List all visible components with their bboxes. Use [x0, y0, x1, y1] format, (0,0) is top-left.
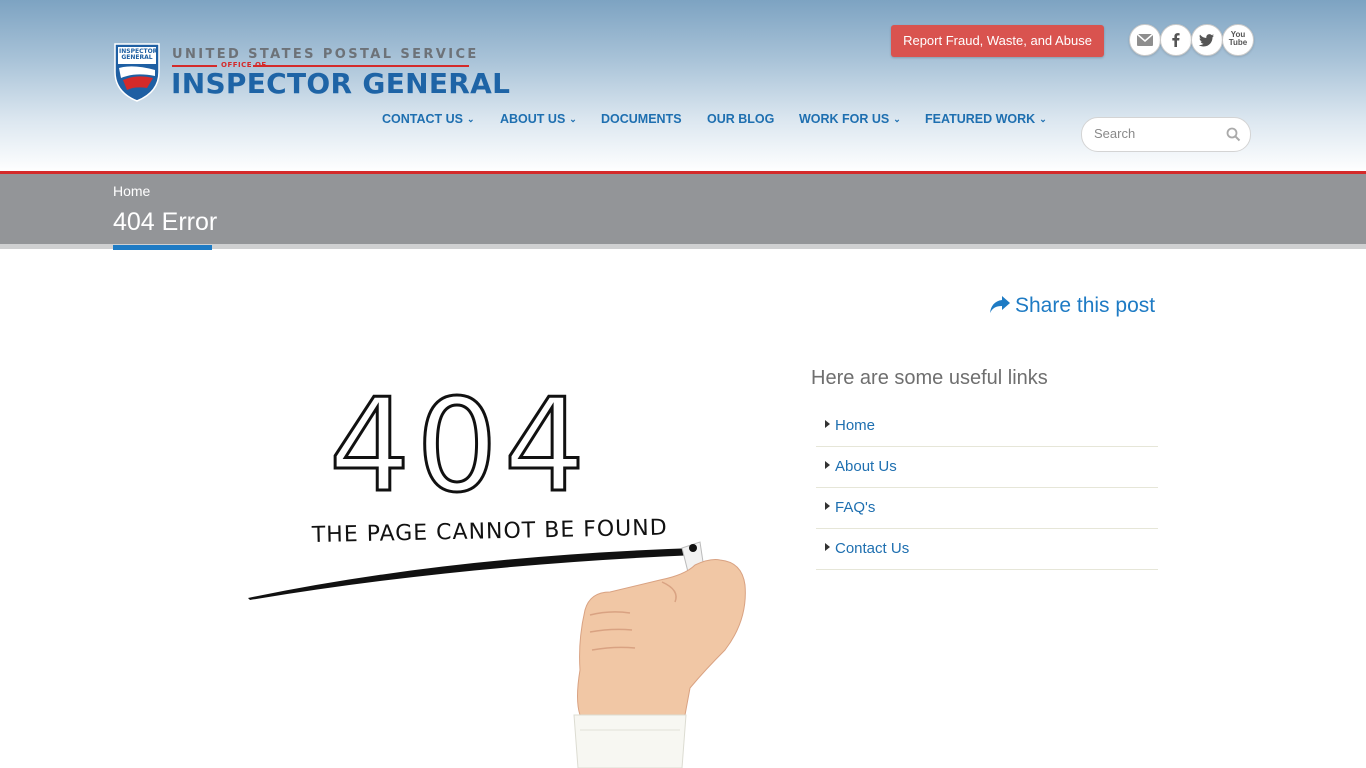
404-illustration: 404 THE PAGE CANNOT BE FOUND — [248, 371, 746, 768]
search-icon[interactable] — [1226, 127, 1241, 142]
badge-text: INSPECTOR GENERAL — [119, 48, 158, 61]
nav-label: OUR BLOG — [707, 112, 775, 126]
useful-links-list: Home About Us FAQ's Contact Us — [816, 406, 1158, 570]
share-icon — [990, 296, 1010, 313]
useful-links-heading: Here are some useful links — [811, 367, 1048, 389]
search-input[interactable] — [1094, 126, 1214, 141]
link-faqs[interactable]: FAQ's — [835, 499, 875, 516]
caret-right-icon — [825, 461, 830, 469]
email-social-button[interactable] — [1129, 24, 1161, 56]
logo-ig-text: INSPECTOR GENERAL — [171, 67, 511, 100]
nav-label: ABOUT US — [500, 112, 566, 126]
link-contact-us[interactable]: Contact Us — [835, 540, 909, 557]
search-box[interactable] — [1081, 117, 1251, 152]
facebook-social-button[interactable] — [1160, 24, 1192, 56]
page-title: 404 Error — [113, 208, 218, 236]
list-item: Home — [816, 406, 1158, 447]
nav-about-us[interactable]: ABOUT US ⌄ — [500, 112, 577, 126]
logo-usps-text: UNITED STATES POSTAL SERVICE — [172, 47, 479, 62]
nav-label: DOCUMENTS — [601, 112, 682, 126]
chevron-down-icon: ⌄ — [467, 114, 475, 124]
chevron-down-icon: ⌄ — [569, 114, 577, 124]
chevron-down-icon: ⌄ — [893, 114, 901, 124]
share-label: Share this post — [1015, 294, 1156, 317]
twitter-icon — [1198, 34, 1214, 47]
title-underline — [113, 245, 212, 250]
nav-documents[interactable]: DOCUMENTS — [601, 112, 682, 126]
link-about-us[interactable]: About Us — [835, 458, 897, 475]
mail-icon — [1136, 33, 1154, 46]
facebook-icon — [1172, 33, 1180, 47]
nav-featured-work[interactable]: FEATURED WORK ⌄ — [925, 112, 1047, 126]
share-post-link[interactable]: Share this post — [989, 294, 1155, 318]
link-home[interactable]: Home — [835, 417, 875, 434]
illustration-404-text: 404 — [329, 372, 591, 521]
report-fraud-button[interactable]: Report Fraud, Waste, and Abuse — [891, 25, 1104, 57]
list-item: FAQ's — [816, 488, 1158, 529]
oig-logo[interactable]: INSPECTOR GENERAL UNITED STATES POSTAL S… — [113, 42, 510, 104]
caret-right-icon — [825, 543, 830, 551]
nav-label: FEATURED WORK — [925, 112, 1036, 126]
nav-label: CONTACT US — [382, 112, 464, 126]
nav-work-for-us[interactable]: WORK FOR US ⌄ — [799, 112, 901, 126]
youtube-social-button[interactable]: You Tube — [1222, 24, 1254, 56]
twitter-social-button[interactable] — [1191, 24, 1223, 56]
nav-label: WORK FOR US — [799, 112, 890, 126]
nav-our-blog[interactable]: OUR BLOG — [707, 112, 774, 126]
youtube-icon: You Tube — [1228, 30, 1248, 47]
nav-contact-us[interactable]: CONTACT US ⌄ — [382, 112, 475, 126]
caret-right-icon — [825, 420, 830, 428]
list-item: Contact Us — [816, 529, 1158, 570]
chevron-down-icon: ⌄ — [1039, 114, 1047, 124]
list-item: About Us — [816, 447, 1158, 488]
caret-right-icon — [825, 502, 830, 510]
breadcrumb-home[interactable]: Home — [113, 183, 150, 199]
